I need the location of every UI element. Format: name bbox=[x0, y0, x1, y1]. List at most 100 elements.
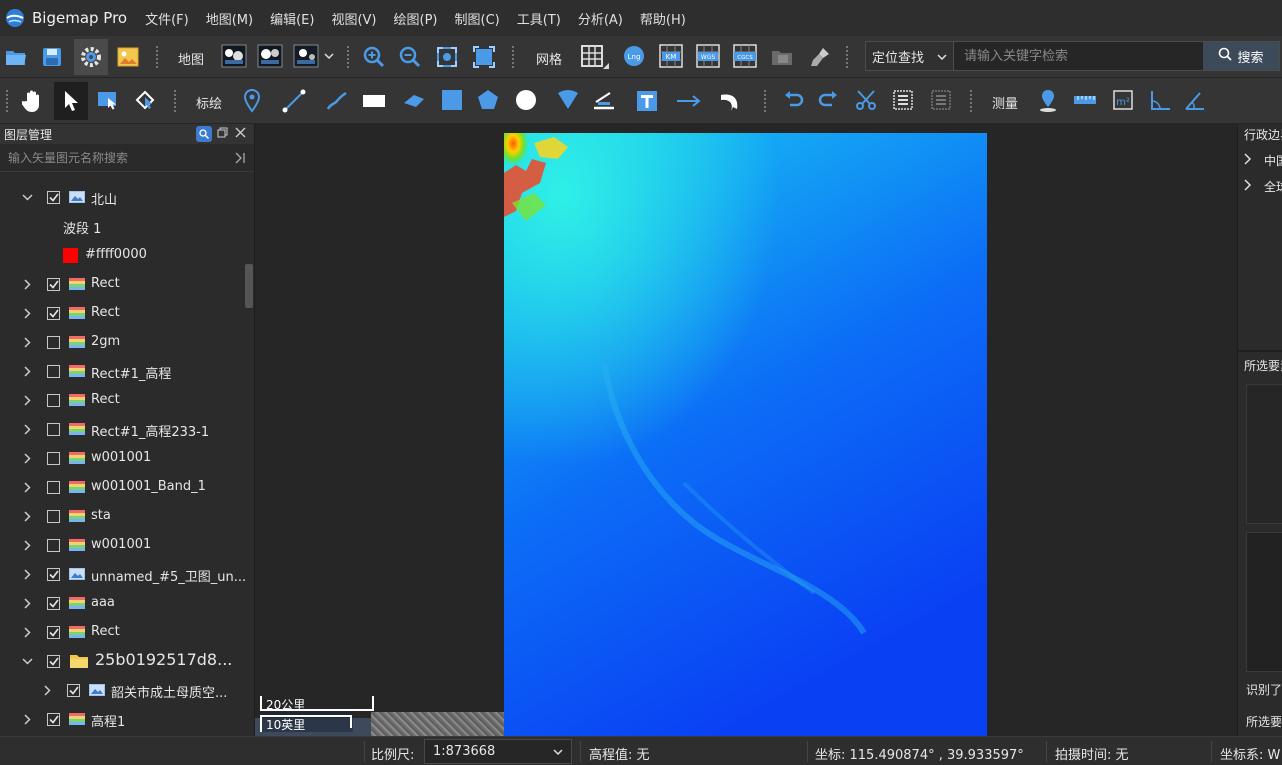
chevron-right-icon[interactable] bbox=[41, 684, 53, 696]
band-label-row[interactable]: 波段 1 bbox=[0, 212, 246, 241]
measure-area-icon[interactable]: m² bbox=[1111, 88, 1135, 112]
zoom-extent-icon[interactable] bbox=[435, 45, 459, 69]
layer-row[interactable]: Rect#1_高程233-1 bbox=[0, 415, 246, 444]
km-grid-icon[interactable]: KM bbox=[659, 44, 683, 68]
layer-visibility-checkbox[interactable] bbox=[47, 568, 60, 581]
layer-row[interactable]: sta bbox=[0, 502, 246, 531]
chevron-right-icon[interactable] bbox=[21, 365, 33, 377]
chevron-right-icon[interactable] bbox=[21, 568, 33, 580]
polyline-icon[interactable] bbox=[281, 88, 307, 114]
folder-grid-icon[interactable] bbox=[770, 45, 794, 69]
scrollbar-thumb[interactable] bbox=[245, 264, 253, 308]
layer-visibility-checkbox[interactable] bbox=[47, 626, 60, 639]
layer-row[interactable]: w001001_Band_1 bbox=[0, 473, 246, 502]
chevron-down-icon[interactable] bbox=[21, 655, 33, 667]
map-source-3-icon[interactable] bbox=[293, 42, 319, 70]
arrow-right-icon[interactable] bbox=[674, 88, 704, 114]
layer-visibility-checkbox[interactable] bbox=[47, 713, 60, 726]
layer-row[interactable]: Rect bbox=[0, 618, 246, 647]
layer-row[interactable]: Rect bbox=[0, 270, 246, 299]
layer-visibility-checkbox[interactable] bbox=[47, 278, 60, 291]
layer-tree-scrollbar[interactable] bbox=[245, 184, 253, 736]
chevron-right-icon[interactable] bbox=[1244, 153, 1252, 169]
select-feature-icon[interactable] bbox=[96, 88, 120, 112]
wgs-grid-icon[interactable]: WGS bbox=[696, 44, 720, 68]
layer-row[interactable]: Rect bbox=[0, 299, 246, 328]
chevron-right-icon[interactable] bbox=[21, 278, 33, 290]
scale-select[interactable]: 1:873668 bbox=[424, 739, 572, 764]
chevron-right-icon[interactable] bbox=[21, 452, 33, 464]
menu-cartography[interactable]: 制图(C) bbox=[455, 9, 500, 28]
chevron-right-icon[interactable] bbox=[21, 394, 33, 406]
zoom-in-icon[interactable] bbox=[362, 45, 386, 69]
chevron-right-icon[interactable] bbox=[21, 597, 33, 609]
circle-icon[interactable] bbox=[514, 88, 538, 112]
layer-row[interactable]: w001001 bbox=[0, 444, 246, 473]
edit-node-icon[interactable] bbox=[133, 88, 157, 112]
layer-visibility-checkbox[interactable] bbox=[47, 539, 60, 552]
freehand-line-icon[interactable] bbox=[324, 88, 350, 114]
chevron-right-icon[interactable] bbox=[21, 336, 33, 348]
layer-visibility-checkbox[interactable] bbox=[47, 452, 60, 465]
layer-visibility-checkbox[interactable] bbox=[47, 655, 60, 668]
chevron-right-icon[interactable] bbox=[21, 423, 33, 435]
measure-distance-icon[interactable] bbox=[1072, 88, 1098, 112]
chevron-right-icon[interactable] bbox=[21, 307, 33, 319]
settings-gear-icon[interactable] bbox=[74, 39, 108, 75]
zoom-out-icon[interactable] bbox=[398, 45, 422, 69]
chevron-down-icon[interactable] bbox=[21, 191, 33, 203]
chevron-right-icon[interactable] bbox=[21, 510, 33, 522]
chevron-down-icon[interactable] bbox=[322, 49, 336, 63]
menu-edit[interactable]: 编辑(E) bbox=[270, 9, 314, 28]
pentagon-icon[interactable] bbox=[476, 88, 500, 112]
pan-hand-icon[interactable] bbox=[20, 88, 46, 114]
undo-icon[interactable] bbox=[781, 88, 805, 112]
text-label-icon[interactable] bbox=[635, 88, 659, 114]
search-button[interactable]: 搜索 bbox=[1203, 42, 1279, 70]
grid-icon[interactable] bbox=[580, 44, 604, 68]
curved-arrow-icon[interactable] bbox=[718, 88, 744, 114]
layer-visibility-checkbox[interactable] bbox=[47, 191, 60, 204]
measure-point-icon[interactable] bbox=[1036, 88, 1060, 114]
layer-visibility-checkbox[interactable] bbox=[47, 307, 60, 320]
elevation-raster-layer[interactable] bbox=[504, 133, 987, 736]
menu-help[interactable]: 帮助(H) bbox=[640, 9, 686, 28]
menu-draw[interactable]: 绘图(P) bbox=[394, 9, 438, 28]
crs-readout[interactable]: 坐标系: W bbox=[1220, 744, 1280, 763]
layer-visibility-checkbox[interactable] bbox=[47, 394, 60, 407]
attribute-table-icon[interactable] bbox=[891, 88, 915, 112]
full-extent-icon[interactable] bbox=[472, 45, 496, 69]
locate-mode-select[interactable]: 定位查找 bbox=[866, 42, 954, 70]
clear-brush-icon[interactable] bbox=[808, 45, 832, 69]
save-icon[interactable] bbox=[40, 45, 64, 69]
rectangle-icon[interactable] bbox=[361, 90, 387, 112]
chevron-right-icon[interactable] bbox=[21, 481, 33, 493]
layer-visibility-checkbox[interactable] bbox=[47, 481, 60, 494]
layer-row[interactable]: 2gm bbox=[0, 328, 246, 357]
layer-row[interactable]: 25b0192517d8... bbox=[0, 647, 246, 676]
properties-disabled-icon[interactable] bbox=[929, 88, 953, 112]
map-view[interactable]: 20公里 10英里 bbox=[255, 124, 1237, 736]
sector-icon[interactable] bbox=[556, 88, 580, 112]
latlng-grid-icon[interactable]: Lng bbox=[622, 44, 646, 68]
layer-row[interactable]: Rect#1_高程 bbox=[0, 357, 246, 386]
menu-file[interactable]: 文件(F) bbox=[145, 9, 189, 28]
menu-analysis[interactable]: 分析(A) bbox=[578, 9, 623, 28]
dimension-icon[interactable] bbox=[591, 88, 617, 114]
map-source-2-icon[interactable] bbox=[257, 42, 283, 70]
chevron-right-icon[interactable] bbox=[21, 713, 33, 725]
layer-row[interactable]: unnamed_#5_卫图_un... bbox=[0, 560, 246, 589]
menu-view[interactable]: 视图(V) bbox=[331, 9, 376, 28]
layer-row[interactable]: 韶关市成土母质空... bbox=[0, 676, 246, 705]
legend-swatch-row[interactable]: #ffff0000 bbox=[0, 241, 246, 270]
parallelogram-icon[interactable] bbox=[401, 90, 427, 112]
layer-visibility-checkbox[interactable] bbox=[47, 365, 60, 378]
layer-visibility-checkbox[interactable] bbox=[47, 423, 60, 436]
redo-icon[interactable] bbox=[817, 88, 841, 112]
layer-row[interactable]: aaa bbox=[0, 589, 246, 618]
boundary-item-global[interactable]: 全球 bbox=[1264, 178, 1282, 195]
chevron-right-icon[interactable] bbox=[21, 626, 33, 638]
selected-features-list[interactable] bbox=[1246, 384, 1282, 524]
marker-pin-icon[interactable] bbox=[240, 88, 264, 114]
layer-row[interactable]: 高程1 bbox=[0, 705, 246, 734]
